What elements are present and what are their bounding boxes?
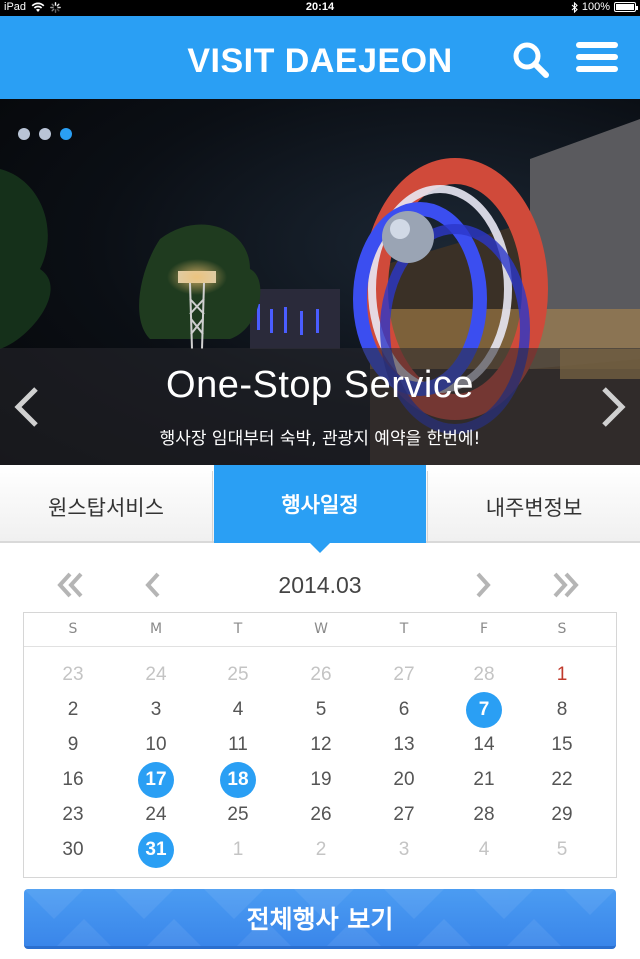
chevron-right-icon	[476, 572, 491, 598]
calendar-day[interactable]: 26	[303, 797, 339, 833]
calendar-day[interactable]: 3	[386, 832, 422, 868]
chevron-right-icon	[602, 387, 626, 427]
calendar-day[interactable]: 13	[386, 727, 422, 763]
bluetooth-icon	[571, 1, 578, 13]
calendar-day[interactable]: 8	[544, 692, 580, 728]
calendar-day[interactable]: 20	[386, 762, 422, 798]
status-time: 20:14	[305, 1, 335, 13]
next-month-button[interactable]	[466, 570, 498, 600]
slider-dot-2[interactable]	[39, 128, 51, 140]
calendar-day[interactable]: 2	[303, 832, 339, 868]
search-button[interactable]	[511, 40, 551, 80]
battery-icon	[614, 2, 638, 12]
calendar-day[interactable]: 30	[55, 832, 91, 868]
calendar-day[interactable]: 11	[220, 727, 256, 763]
calendar-day[interactable]: 27	[386, 797, 422, 833]
calendar-day[interactable]: 1	[544, 657, 580, 693]
calendar-day[interactable]: 28	[466, 797, 502, 833]
next-year-button[interactable]	[550, 570, 582, 600]
hero-subtitle: 행사장 임대부터 숙박, 관광지 예약을 한번에!	[159, 429, 481, 449]
calendar-day[interactable]: 4	[466, 832, 502, 868]
calendar-day[interactable]: 9	[55, 727, 91, 763]
calendar-day-event[interactable]: 18	[220, 762, 256, 798]
calendar-day[interactable]: 21	[466, 762, 502, 798]
slider-next-button[interactable]	[598, 385, 628, 429]
calendar-day[interactable]: 5	[303, 692, 339, 728]
calendar-day[interactable]: 29	[544, 797, 580, 833]
slider-dots	[18, 128, 72, 140]
calendar-day[interactable]: 15	[544, 727, 580, 763]
calendar-day-event[interactable]: 31	[138, 832, 174, 868]
double-chevron-right-icon	[553, 572, 579, 598]
hero-slider[interactable]: One-Stop Service 행사장 임대부터 숙박, 관광지 예약을 한번…	[0, 99, 640, 465]
calendar-day[interactable]: 1	[220, 832, 256, 868]
slider-dot-3[interactable]	[60, 128, 72, 140]
calendar-day[interactable]: 4	[220, 692, 256, 728]
calendar-day[interactable]: 25	[220, 797, 256, 833]
calendar-day[interactable]: 28	[466, 657, 502, 693]
calendar-grid: SMTWTFS 23 24 25 26 27 28 1 2 3 4 5 6 7 8 9 10 11 12 13 14 1…	[23, 612, 617, 878]
slider-prev-button[interactable]	[12, 385, 42, 429]
tab-nearby-info[interactable]: 내주변정보	[427, 471, 640, 543]
menu-button[interactable]	[576, 42, 618, 78]
calendar-day[interactable]: 22	[544, 762, 580, 798]
slider-dot-1[interactable]	[18, 128, 30, 140]
tab-event-schedule[interactable]: 행사일정	[214, 465, 426, 543]
calendar-day[interactable]: 6	[386, 692, 422, 728]
current-month: 2014.03	[278, 572, 362, 598]
hero-caption: One-Stop Service 행사장 임대부터 숙박, 관광지 예약을 한번…	[0, 348, 640, 465]
calendar-day[interactable]: 19	[303, 762, 339, 798]
battery-percent: 100%	[581, 1, 610, 13]
view-all-events-button[interactable]: 전체행사 보기	[24, 889, 616, 949]
calendar-day[interactable]: 23	[55, 657, 91, 693]
weekday-header: SMTWTFS	[24, 613, 616, 647]
weekday-label: S	[557, 621, 567, 637]
calendar-day[interactable]: 3	[138, 692, 174, 728]
hero-title: One-Stop Service	[166, 364, 474, 406]
month-navigation: 2014.03	[0, 560, 640, 610]
active-tab-pointer	[310, 543, 330, 553]
weekday-label: T	[399, 621, 409, 637]
calendar-day-event[interactable]: 17	[138, 762, 174, 798]
tab-bar: 원스탑서비스 행사일정 내주변정보	[0, 465, 640, 543]
calendar-day[interactable]: 16	[55, 762, 91, 798]
search-icon	[513, 42, 549, 78]
view-all-events-label: 전체행사 보기	[246, 904, 394, 934]
calendar-day[interactable]: 27	[386, 657, 422, 693]
weekday-label: S	[68, 621, 78, 637]
status-bar: iPad 20:14 100%	[0, 0, 640, 16]
calendar-day[interactable]: 24	[138, 657, 174, 693]
hamburger-icon	[576, 42, 618, 72]
calendar-day[interactable]: 24	[138, 797, 174, 833]
calendar-day[interactable]: 26	[303, 657, 339, 693]
calendar-day-event[interactable]: 7	[466, 692, 502, 728]
calendar-day[interactable]: 12	[303, 727, 339, 763]
calendar-day[interactable]: 25	[220, 657, 256, 693]
weekday-label: M	[149, 621, 163, 637]
calendar-day[interactable]: 2	[55, 692, 91, 728]
chevron-left-icon	[14, 387, 38, 427]
weekday-label: F	[479, 621, 489, 637]
calendar-day[interactable]: 10	[138, 727, 174, 763]
calendar-day[interactable]: 23	[55, 797, 91, 833]
tab-one-stop-service[interactable]: 원스탑서비스	[0, 471, 213, 543]
weekday-label: T	[233, 621, 243, 637]
weekday-label: W	[314, 621, 328, 637]
calendar-day[interactable]: 5	[544, 832, 580, 868]
status-right: 100%	[571, 1, 638, 13]
app-header: VISIT DAEJEON	[0, 16, 640, 99]
calendar-day[interactable]: 14	[466, 727, 502, 763]
